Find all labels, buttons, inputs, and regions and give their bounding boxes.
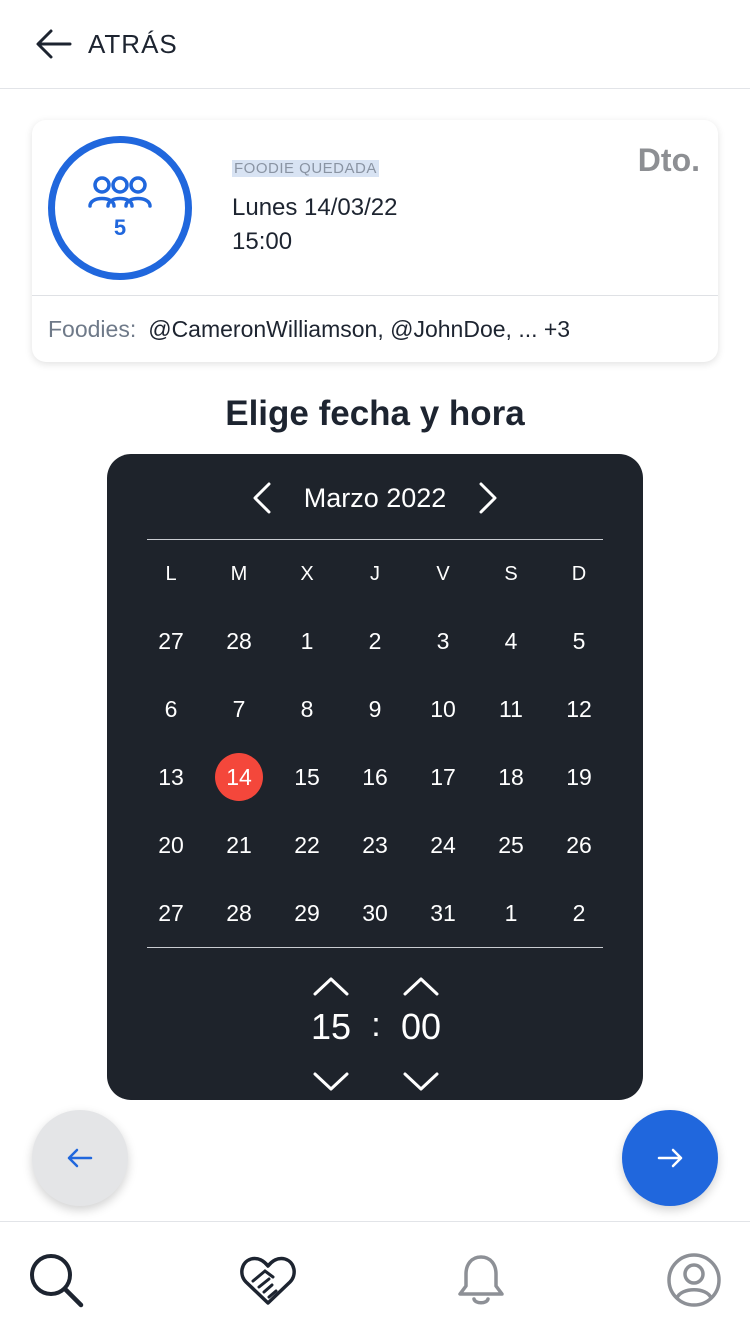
back-button[interactable]: ATRÁS <box>34 22 178 66</box>
calendar-day[interactable]: 29 <box>283 889 331 937</box>
calendar-day[interactable]: 22 <box>283 821 331 869</box>
chevron-right-icon <box>479 482 497 514</box>
arrow-left-icon <box>36 29 72 59</box>
calendar-day[interactable]: 15 <box>283 753 331 801</box>
minute-value[interactable]: 00 <box>386 1006 456 1048</box>
tab-profile[interactable] <box>664 1250 724 1310</box>
foodies-row: Foodies: @CameronWilliamson, @JohnDoe, .… <box>48 316 570 343</box>
participants-ring: 5 <box>48 136 192 280</box>
calendar-day[interactable]: 23 <box>351 821 399 869</box>
top-bar: ATRÁS <box>0 0 750 89</box>
search-icon <box>30 1254 84 1308</box>
calendar-divider-bottom <box>147 947 603 948</box>
date-time-picker: Marzo 2022 LMXJVSD 27 28 1 2 3 4 5 6 7 8 9 10 11 12 13… <box>107 454 643 1100</box>
time-picker: 15 : 00 <box>107 974 643 1091</box>
calendar-day[interactable]: 18 <box>487 753 535 801</box>
calendar-day[interactable]: 21 <box>215 821 263 869</box>
calendar-day[interactable]: 24 <box>419 821 467 869</box>
bottom-tab-bar <box>0 1221 750 1334</box>
calendar-day[interactable]: 10 <box>419 685 467 733</box>
calendar-day[interactable]: 16 <box>351 753 399 801</box>
calendar-day[interactable]: 31 <box>419 889 467 937</box>
chevron-up-icon <box>403 977 439 996</box>
calendar-day[interactable]: 2 <box>351 617 399 665</box>
back-label: ATRÁS <box>88 28 178 59</box>
chevron-down-icon <box>403 1072 439 1091</box>
weekday-label: L <box>165 563 177 585</box>
calendar-day[interactable]: 13 <box>147 753 195 801</box>
weekday-label: S <box>504 563 518 585</box>
calendar-day[interactable]: 1 <box>283 617 331 665</box>
event-type-label: FOODIE QUEDADA <box>232 160 379 177</box>
calendar-day[interactable]: 7 <box>215 685 263 733</box>
calendar-day[interactable]: 5 <box>555 617 603 665</box>
calendar-day[interactable]: 27 <box>147 617 195 665</box>
foodies-list: @CameronWilliamson, @JohnDoe, ... +3 <box>148 316 571 342</box>
handshake-heart-icon <box>240 1256 296 1305</box>
calendar-day[interactable]: 2 <box>555 889 603 937</box>
month-label: Marzo 2022 <box>303 482 447 513</box>
tab-search[interactable] <box>26 1250 86 1310</box>
tab-meetups[interactable] <box>238 1250 298 1310</box>
calendar-day[interactable]: 25 <box>487 821 535 869</box>
hour-down-button[interactable] <box>311 1068 351 1094</box>
bell-icon <box>458 1255 504 1305</box>
event-date: Lunes 14/03/22 <box>232 194 398 221</box>
calendar-day[interactable]: 12 <box>555 685 603 733</box>
calendar-divider-top <box>147 539 603 540</box>
hour-up-button[interactable] <box>311 974 351 1000</box>
tab-notifications[interactable] <box>451 1250 511 1310</box>
calendar-day[interactable]: 4 <box>487 617 535 665</box>
next-step-button[interactable] <box>622 1110 718 1206</box>
calendar-day[interactable]: 20 <box>147 821 195 869</box>
calendar-day[interactable]: 26 <box>555 821 603 869</box>
participants-count: 5 <box>113 215 127 240</box>
minute-down-button[interactable] <box>401 1068 441 1094</box>
calendar-day[interactable]: 6 <box>147 685 195 733</box>
arrow-left-icon <box>67 1148 93 1168</box>
profile-icon <box>667 1253 721 1307</box>
calendar-day[interactable]: 8 <box>283 685 331 733</box>
calendar-day[interactable]: 17 <box>419 753 467 801</box>
chevron-left-icon <box>253 482 271 514</box>
event-time: 15:00 <box>232 228 293 255</box>
calendar-day[interactable]: 3 <box>419 617 467 665</box>
weekday-label: X <box>300 563 314 585</box>
hour-value[interactable]: 15 <box>296 1006 366 1048</box>
weekday-label: M <box>230 563 248 585</box>
foodies-label: Foodies: <box>48 316 137 342</box>
calendar-day[interactable]: 28 <box>215 889 263 937</box>
month-navigation: Marzo 2022 <box>107 476 643 520</box>
previous-step-button[interactable] <box>32 1110 128 1206</box>
weekday-label: V <box>436 563 450 585</box>
calendar-day[interactable]: 30 <box>351 889 399 937</box>
prev-month-button[interactable] <box>240 476 284 520</box>
chevron-down-icon <box>313 1072 349 1091</box>
calendar-day[interactable]: 11 <box>487 685 535 733</box>
weekday-label: J <box>370 563 380 585</box>
time-separator: : <box>371 1006 381 1044</box>
next-month-button[interactable] <box>466 476 510 520</box>
card-divider <box>32 295 718 296</box>
group-icon <box>88 176 152 208</box>
minute-up-button[interactable] <box>401 974 441 1000</box>
calendar-day[interactable]: 27 <box>147 889 195 937</box>
chevron-up-icon <box>313 977 349 996</box>
calendar-day[interactable]: 19 <box>555 753 603 801</box>
section-title: Elige fecha y hora <box>225 394 525 433</box>
calendar-day[interactable]: 9 <box>351 685 399 733</box>
weekday-label: D <box>571 563 587 585</box>
calendar-day[interactable]: 1 <box>487 889 535 937</box>
calendar-day[interactable]: 28 <box>215 617 263 665</box>
arrow-right-icon <box>657 1148 683 1168</box>
event-summary-card: 5 FOODIE QUEDADA Lunes 14/03/22 15:00 Dt… <box>32 120 718 362</box>
calendar-day-selected[interactable]: 14 <box>215 753 263 801</box>
discount-label: Dto. <box>637 142 700 178</box>
